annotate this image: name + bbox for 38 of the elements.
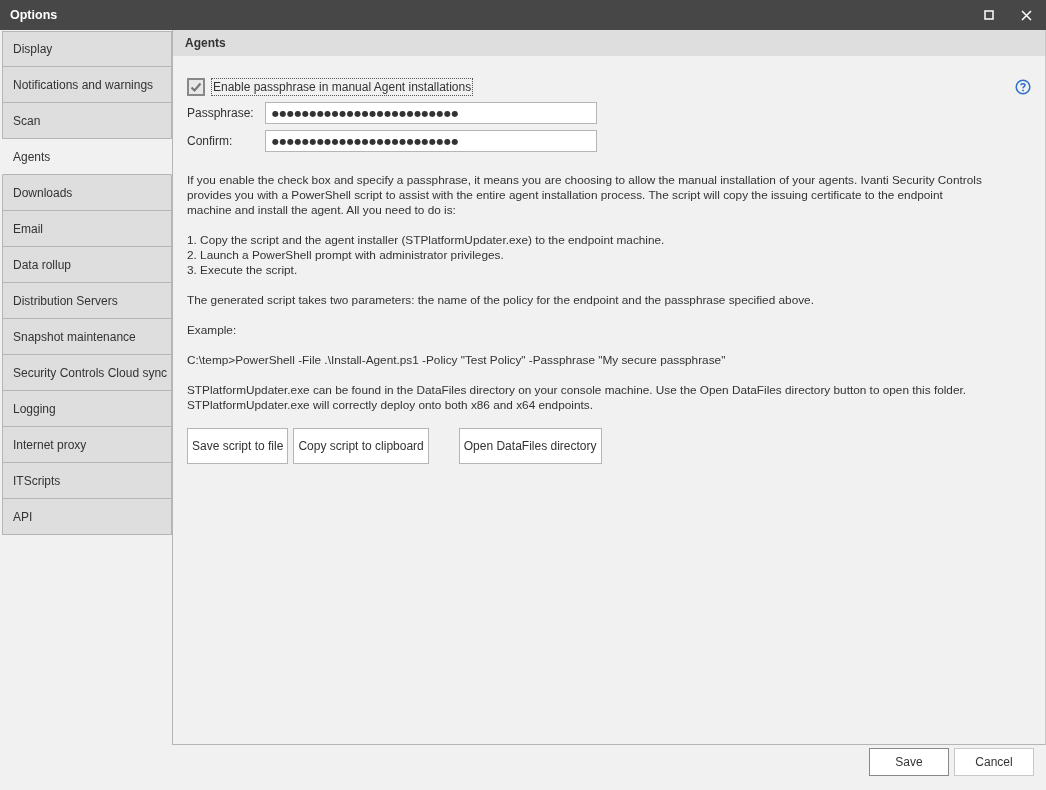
sidebar-item[interactable]: Internet proxy (2, 427, 172, 463)
description-text: 3. Execute the script. (187, 263, 299, 278)
sidebar-item[interactable]: Display (2, 31, 172, 67)
help-icon[interactable] (1015, 79, 1031, 95)
sidebar-item[interactable]: Notifications and warnings (2, 67, 172, 103)
sidebar-item[interactable]: Scan (2, 103, 172, 139)
checkbox-label[interactable]: Enable passphrase in manual Agent installations (211, 78, 474, 96)
checkbox[interactable] (187, 78, 205, 96)
action-button[interactable]: Open DataFiles directory (458, 428, 602, 464)
action-button[interactable]: Save script to file (187, 428, 289, 464)
sidebar-item[interactable]: Data rollup (2, 247, 172, 283)
sidebar-item[interactable]: Distribution Servers (2, 283, 172, 319)
description-text: STPlatformUpdater.exe will correctly deploy onto both x86 and x64 endpoints. (187, 398, 594, 413)
sidebar-item[interactable]: ITScripts (2, 463, 172, 499)
panel-title: Agents (185, 36, 226, 50)
field-label: Confirm: (187, 134, 234, 148)
sidebar-item[interactable]: Security Controls Cloud sync (2, 355, 172, 391)
description-text: STPlatformUpdater.exe can be found in the DataFiles directory on your console machine. Use the Open DataFiles directory button to open this folder. (187, 383, 967, 398)
sidebar-item[interactable]: Snapshot maintenance (2, 319, 172, 355)
sidebar-item[interactable]: Downloads (2, 175, 172, 211)
dialog-button[interactable]: Save (869, 748, 949, 776)
close-icon[interactable] (1021, 9, 1032, 21)
password-field[interactable]: ●●●●●●●●●●●●●●●●●●●●●●●●● (265, 102, 597, 124)
maximize-icon[interactable] (984, 10, 994, 20)
sidebar-item[interactable]: API (2, 499, 172, 535)
window-title: Options (10, 8, 58, 22)
action-button[interactable]: Copy script to clipboard (293, 428, 429, 464)
sidebar-item[interactable]: Logging (2, 391, 172, 427)
dialog-button[interactable]: Cancel (954, 748, 1034, 776)
password-field[interactable]: ●●●●●●●●●●●●●●●●●●●●●●●●● (265, 130, 597, 152)
sidebar-item[interactable]: Email (2, 211, 172, 247)
description-text: 1. Copy the script and the agent installer (STPlatformUpdater.exe) to the endpoint machine. (187, 233, 666, 248)
description-text: Example: (187, 323, 238, 338)
field-label: Passphrase: (187, 106, 255, 120)
description-text: The generated script takes two parameters: the name of the policy for the endpoint and the passphrase specified above. (187, 293, 815, 308)
description-text: If you enable the check box and specify a passphrase, it means you are choosing to allow the manual installation of your agents. Ivanti Security Controls provides you with a PowerShell script to assist with the entire agent installation process. The script will copy the issuing certificate to the endpoint machine and install the agent. All you need to do is: (187, 173, 983, 218)
description-text: 2. Launch a PowerShell prompt with administrator privileges. (187, 248, 505, 263)
description-text: C:\temp>PowerShell -File .\Install-Agent.ps1 -Policy "Test Policy" -Passphrase "My secure passphrase" (187, 353, 727, 368)
